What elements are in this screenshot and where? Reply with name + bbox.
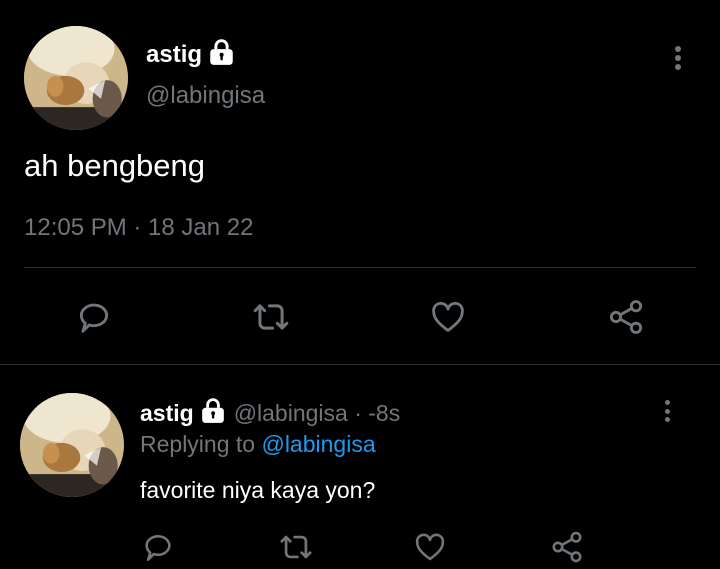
share-icon[interactable] <box>606 297 646 337</box>
retweet-icon[interactable] <box>277 530 315 564</box>
more-vertical-icon[interactable] <box>662 400 672 422</box>
handle-and-time[interactable]: @labingisa · -8s <box>234 400 401 427</box>
retweet-icon[interactable] <box>250 298 292 336</box>
avatar[interactable] <box>24 26 128 130</box>
avatar[interactable] <box>20 393 124 497</box>
tweet-text: ah bengbeng <box>24 148 206 183</box>
more-vertical-icon[interactable] <box>673 46 683 70</box>
display-name[interactable]: astig <box>146 41 202 69</box>
heart-icon[interactable] <box>429 298 467 336</box>
display-name[interactable]: astig <box>140 400 194 427</box>
timestamp[interactable]: 12:05 PM · 18 Jan 22 <box>24 214 253 242</box>
replying-to-handle[interactable]: @labingisa <box>261 431 375 457</box>
avatar-image <box>24 26 128 130</box>
section-divider <box>0 364 720 365</box>
avatar-image <box>20 393 124 497</box>
reply-text: favorite niya kaya yon? <box>140 477 376 503</box>
lock-icon <box>208 39 235 71</box>
reply-icon[interactable] <box>75 298 113 336</box>
divider <box>24 267 696 268</box>
reply-icon[interactable] <box>141 530 175 564</box>
replying-to-label: Replying to <box>140 431 256 457</box>
handle[interactable]: @labingisa <box>146 82 265 110</box>
heart-icon[interactable] <box>413 530 447 564</box>
lock-icon <box>200 397 226 429</box>
share-icon[interactable] <box>549 529 585 565</box>
